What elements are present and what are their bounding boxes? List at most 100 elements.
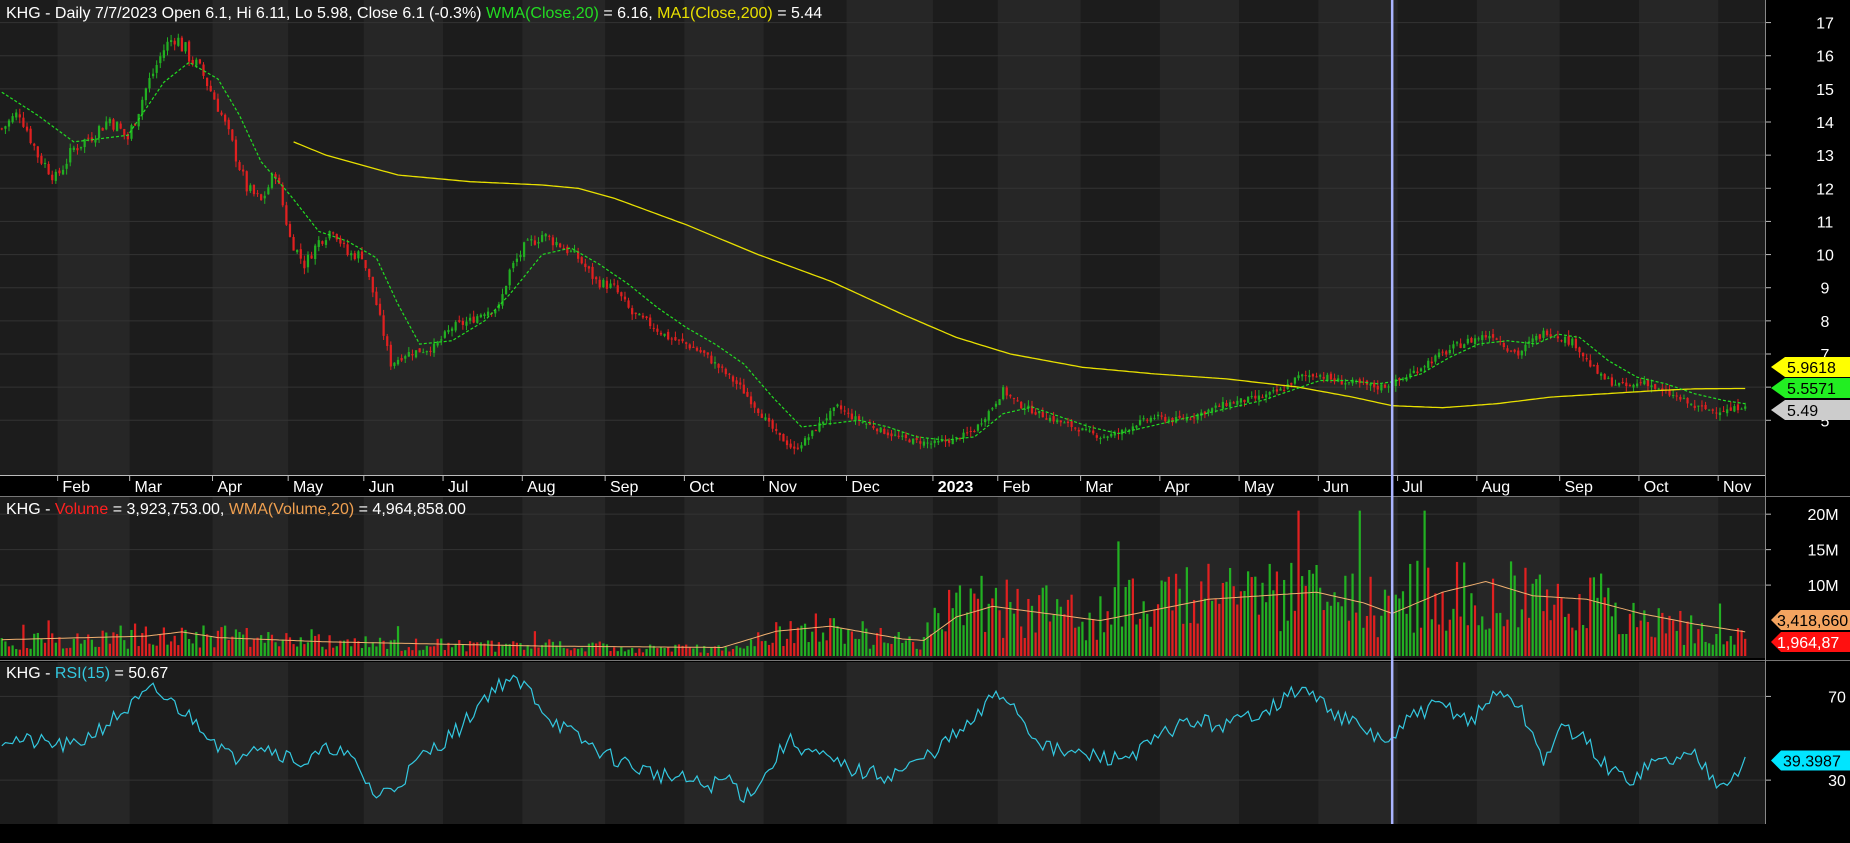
volume-bar — [775, 622, 778, 656]
candle-body — [177, 37, 180, 46]
volume-bar — [1657, 608, 1660, 656]
rsi-tick-label: 70 — [1828, 689, 1846, 706]
candle-body — [252, 184, 256, 195]
candle-body — [1715, 412, 1718, 414]
volume-panel[interactable]: 20M 15M 10M 3,418,660 1,964,87 — [0, 497, 1850, 658]
volume-bar — [187, 639, 191, 656]
candle-body — [1045, 418, 1048, 420]
volume-bar — [1369, 576, 1372, 656]
volume-bar — [915, 648, 918, 656]
candle-body — [184, 42, 187, 52]
price-tick-label: 13 — [1816, 148, 1834, 165]
volume-bar — [533, 631, 537, 656]
volume-tick-label: 15M — [1807, 543, 1838, 560]
rsi-value-tags: 39.3987 — [1771, 750, 1850, 771]
candle-body — [1614, 384, 1617, 386]
candle-body — [1513, 349, 1516, 352]
volume-bar — [357, 641, 360, 656]
candle-body — [472, 316, 475, 323]
candle-body — [875, 428, 879, 432]
volume-bar — [526, 645, 529, 656]
volume-bar — [1095, 639, 1098, 656]
volume-bar — [973, 593, 976, 656]
volume-bar — [1275, 571, 1279, 656]
volume-bar — [0, 638, 3, 656]
candle-body — [65, 163, 68, 169]
candle-body — [1293, 377, 1297, 384]
volume-bar — [785, 638, 789, 656]
volume-bar — [173, 635, 176, 656]
candle-body — [627, 300, 630, 308]
candle-body — [1700, 405, 1704, 407]
candle-body — [836, 404, 839, 407]
volume-bar — [1250, 577, 1253, 656]
stock-chart[interactable]: 567891011121314151617 5.96185.55715.49 F… — [0, 0, 1850, 843]
candle-body — [151, 73, 155, 77]
candle-body — [346, 244, 349, 255]
candle-body — [1092, 430, 1095, 434]
rsi-panel[interactable]: 30 70 39.3987 — [0, 662, 1850, 824]
volume-bar — [767, 644, 771, 656]
volume-bar — [454, 643, 457, 656]
candle-body — [115, 121, 119, 132]
volume-bar — [1499, 612, 1502, 656]
candle-body — [1405, 378, 1408, 381]
x-tick-label: Sep — [610, 479, 639, 496]
volume-bar — [1427, 567, 1430, 656]
volume-bar — [1020, 626, 1023, 656]
candle-body — [915, 438, 918, 440]
candle-body — [1239, 398, 1243, 403]
volume-bar — [1452, 608, 1455, 656]
volume-bar — [800, 625, 803, 656]
candle-body — [1596, 365, 1599, 374]
candle-body — [270, 173, 274, 188]
candle-body — [973, 431, 976, 433]
volume-bar — [1023, 637, 1026, 656]
candle-body — [1383, 384, 1387, 388]
candle-body — [1708, 409, 1711, 411]
candle-body — [566, 246, 569, 254]
volume-bar — [879, 627, 882, 656]
candle-body — [450, 328, 454, 331]
volume-bar — [821, 632, 825, 656]
price-panel[interactable]: 567891011121314151617 5.96185.55715.49 F… — [0, 0, 1850, 497]
volume-bar — [1614, 602, 1617, 656]
candle-body — [522, 242, 526, 257]
volume-bar — [483, 643, 486, 656]
volume-bar — [1542, 611, 1545, 656]
candle-body — [807, 437, 810, 441]
candle-body — [1603, 374, 1606, 380]
candle-body — [198, 59, 202, 64]
candle-body — [458, 320, 461, 322]
volume-bar — [1578, 594, 1581, 656]
month-band — [997, 0, 1081, 475]
candle-body — [796, 447, 799, 449]
candle-body — [169, 40, 173, 43]
candle-body — [1690, 403, 1693, 405]
volume-bar — [317, 634, 320, 656]
candle-body — [1192, 417, 1196, 419]
volume-bar — [270, 634, 274, 656]
volume-bar — [1473, 605, 1477, 656]
candle-body — [1012, 398, 1016, 400]
candle-body — [839, 405, 843, 410]
volume-bar — [1362, 627, 1365, 656]
volume-bar — [1373, 615, 1376, 656]
volume-bar — [1517, 627, 1520, 656]
volume-bar — [829, 618, 832, 656]
volume-bar — [912, 641, 915, 656]
candle-body — [303, 260, 306, 269]
candle-body — [692, 346, 695, 348]
candle-body — [674, 337, 677, 341]
volume-bar — [429, 646, 432, 656]
volume-bar — [1192, 599, 1196, 656]
candle-body — [1520, 350, 1523, 356]
volume-bar — [674, 644, 677, 656]
volume-bar — [1283, 579, 1286, 656]
candle-body — [1207, 409, 1210, 413]
volume-bar — [1708, 643, 1711, 656]
candle-body — [1509, 350, 1513, 352]
volume-bar — [1254, 576, 1257, 656]
volume-bar — [1495, 613, 1498, 656]
candle-body — [1322, 376, 1325, 379]
